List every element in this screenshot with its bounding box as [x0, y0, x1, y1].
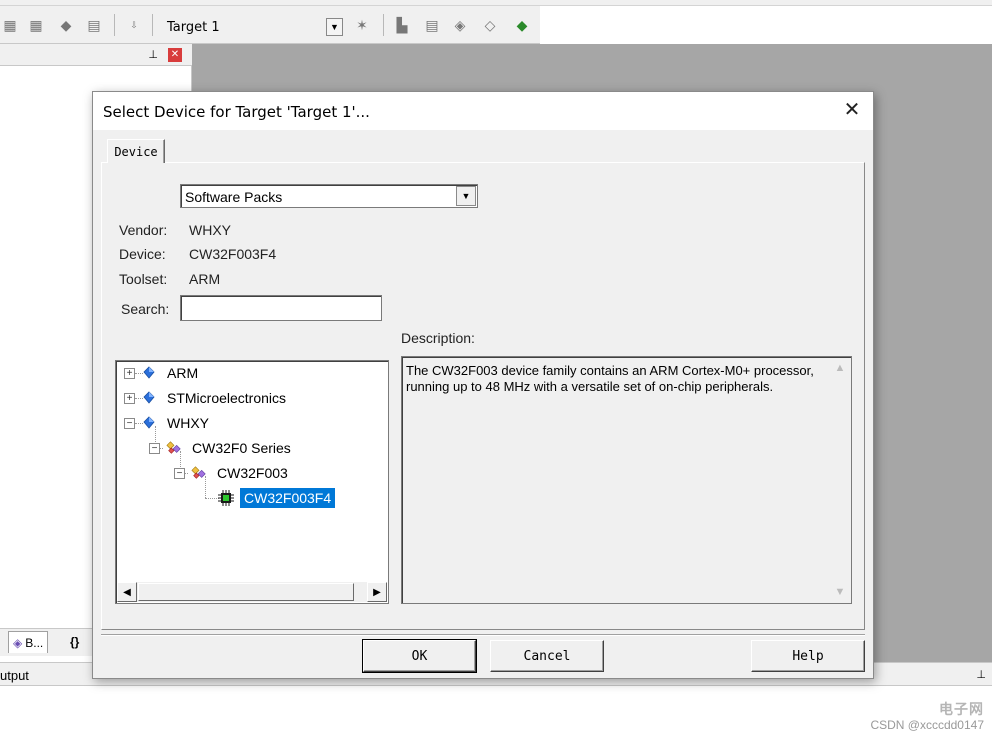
rte-icon[interactable]: ◆	[512, 15, 532, 35]
toolbar-separator	[114, 14, 115, 36]
vendor-diamond-icon	[141, 415, 157, 431]
tree-node-label: CW32F003	[217, 465, 288, 481]
device-subfamily-icon	[191, 465, 207, 481]
tree-node-label: WHXY	[167, 415, 209, 431]
manage-components-icon[interactable]: ▙	[392, 15, 412, 35]
description-vertical-scrollbar[interactable]: ▲ ▼	[830, 358, 850, 602]
description-text: The CW32F003 device family contains an A…	[406, 363, 814, 394]
toolbar-empty-area	[540, 6, 992, 44]
toolset-label: Toolset:	[119, 271, 168, 287]
tree-node-label: ARM	[167, 365, 199, 381]
search-label: Search:	[121, 301, 170, 317]
tree-node-label: STMicroelectronics	[167, 390, 287, 406]
project-panel-header: ⊥ ✕	[0, 44, 192, 66]
dialog-title: Select Device for Target 'Target 1'...	[103, 103, 370, 121]
pin-icon[interactable]: ⊥	[976, 668, 986, 681]
scrollbar-thumb[interactable]	[138, 583, 354, 601]
ok-button[interactable]: OK	[362, 639, 477, 673]
collapse-icon[interactable]: −	[124, 417, 135, 429]
cancel-button[interactable]: Cancel	[490, 640, 604, 672]
toolset-value: ARM	[189, 271, 221, 287]
dialog-separator	[101, 634, 865, 636]
device-family-icon	[166, 440, 182, 456]
tree-node-arm[interactable]: + ARM	[124, 362, 202, 384]
tree-horizontal-scrollbar[interactable]: ◀ ▶	[117, 582, 387, 602]
vendor-diamond-icon	[141, 390, 157, 406]
tab-device[interactable]: Device	[107, 139, 165, 163]
toolbar-separator	[152, 14, 153, 36]
tree-node-label-selected: CW32F003F4	[240, 488, 336, 508]
select-device-dialog: Select Device for Target 'Target 1'... ✕…	[92, 91, 874, 679]
description-box: The CW32F003 device family contains an A…	[401, 356, 852, 604]
target-select[interactable]: Target 1 ▼	[160, 15, 344, 37]
magic-wand-icon[interactable]: ✶	[352, 15, 372, 35]
device-label: Device:	[119, 246, 166, 262]
select-packs-icon[interactable]: ◇	[480, 15, 500, 35]
tree-node-cw32f003f4[interactable]: CW32F003F4	[218, 487, 336, 509]
vendor-value: WHXY	[189, 222, 231, 238]
close-icon[interactable]: ✕	[841, 100, 863, 122]
toolbar-icon-4[interactable]: ▤	[84, 15, 104, 35]
tree-node-cw32f0-series[interactable]: − CW32F0 Series	[149, 437, 295, 459]
toolbar-icon-3[interactable]: ◆	[56, 15, 76, 35]
tab-books-label: B...	[25, 635, 44, 650]
scroll-up-icon[interactable]: ▲	[830, 358, 850, 378]
help-button[interactable]: Help	[751, 640, 865, 672]
vendor-diamond-icon	[141, 365, 157, 381]
chevron-down-icon[interactable]: ▼	[456, 186, 476, 206]
tree-guide-line	[205, 498, 219, 499]
expand-icon[interactable]: +	[124, 367, 135, 379]
toolbar-separator	[383, 14, 384, 36]
toolbar-icon-1[interactable]: ▦	[0, 15, 20, 35]
collapse-icon[interactable]: −	[149, 442, 160, 454]
watermark: 电子网 CSDN @xcccdd0147	[870, 701, 984, 732]
vendor-label: Vendor:	[119, 222, 168, 238]
chip-icon	[218, 490, 234, 506]
scroll-right-icon[interactable]: ▶	[367, 582, 387, 602]
close-icon[interactable]: ✕	[168, 48, 182, 62]
watermark-logo: 电子网	[939, 700, 984, 717]
load-icon[interactable]: ⇩	[124, 15, 144, 35]
dialog-titlebar: Select Device for Target 'Target 1'... ✕	[93, 92, 873, 130]
tab-functions-label: {}	[70, 635, 80, 649]
pack-select[interactable]: Software Packs ▼	[180, 184, 478, 208]
watermark-text: CSDN @xcccdd0147	[870, 717, 984, 732]
expand-icon[interactable]: +	[124, 392, 135, 404]
scroll-down-icon[interactable]: ▼	[830, 582, 850, 602]
chevron-down-icon[interactable]: ▼	[326, 18, 343, 36]
toolbar-icon-2[interactable]: ▦	[26, 15, 46, 35]
pin-icon[interactable]: ⊥	[148, 48, 158, 61]
tree-node-whxy[interactable]: − WHXY	[124, 412, 213, 434]
tree-node-cw32f003[interactable]: − CW32F003	[174, 462, 292, 484]
scroll-left-icon[interactable]: ◀	[117, 582, 137, 602]
pack-select-value: Software Packs	[185, 189, 283, 205]
tab-functions[interactable]: {}	[66, 631, 83, 653]
tree-node-label: CW32F0 Series	[192, 440, 291, 456]
pack-installer-icon[interactable]: ◈	[450, 15, 470, 35]
device-value: CW32F003F4	[189, 246, 277, 262]
file-extensions-icon[interactable]: ▤	[422, 15, 442, 35]
collapse-icon[interactable]: −	[174, 467, 185, 479]
description-label: Description:	[401, 330, 475, 346]
tab-books[interactable]: ◈ B...	[8, 631, 49, 653]
tree-node-stmicroelectronics[interactable]: + STMicroelectronics	[124, 387, 290, 409]
device-tree[interactable]: + ARM + STMicroelectronics − WHXY − CW32…	[115, 360, 389, 604]
output-label: utput	[0, 668, 29, 683]
books-icon: ◈	[13, 635, 23, 650]
target-select-value: Target 1	[167, 20, 220, 35]
search-input[interactable]	[180, 295, 382, 321]
